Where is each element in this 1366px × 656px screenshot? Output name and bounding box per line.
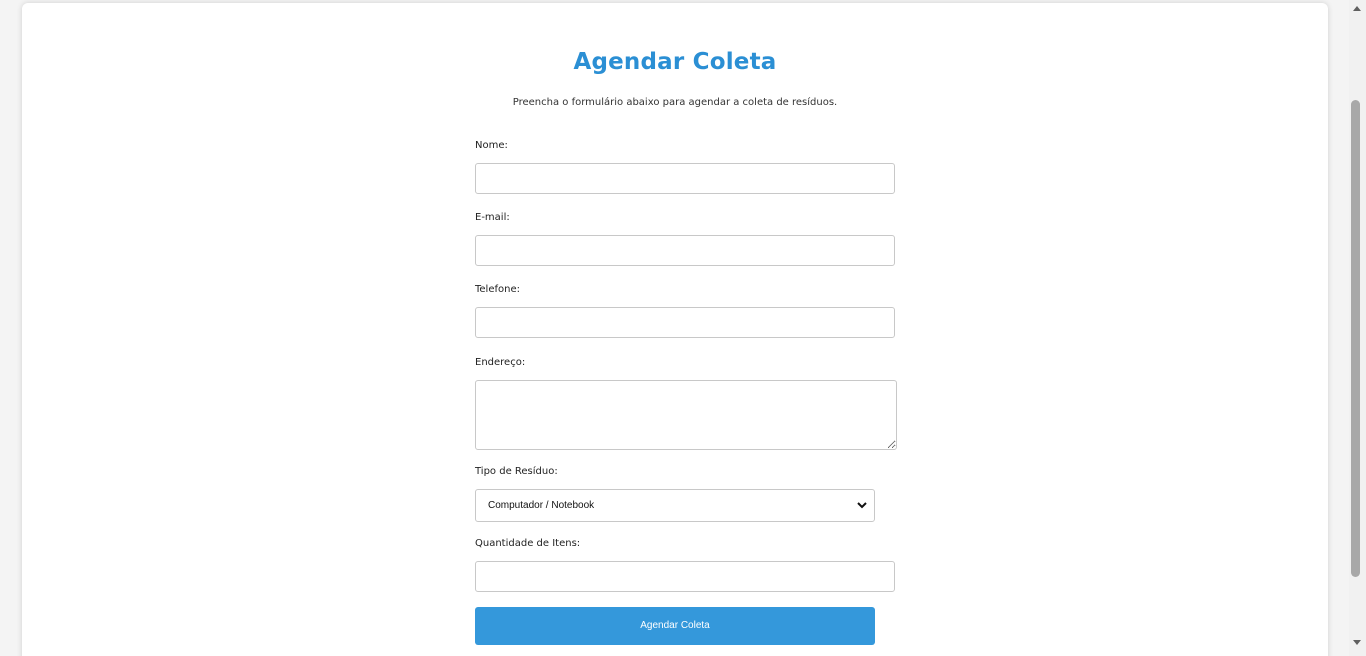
tipo-residuo-select[interactable]: Computador / Notebook xyxy=(475,489,875,522)
page-subtitle: Preencha o formulário abaixo para agenda… xyxy=(512,97,838,108)
quantidade-input[interactable] xyxy=(475,561,895,592)
email-label: E-mail: xyxy=(475,212,510,223)
quantidade-label: Quantidade de Itens: xyxy=(475,538,581,549)
agendar-coleta-button[interactable]: Agendar Coleta xyxy=(475,607,875,645)
telefone-input[interactable] xyxy=(475,307,895,338)
scrollbar-thumb[interactable] xyxy=(1351,100,1360,577)
telefone-label: Telefone: xyxy=(475,284,520,295)
nome-label: Nome: xyxy=(475,140,508,151)
page-viewport: Agendar Coleta Preencha o formulário aba… xyxy=(0,0,1349,656)
scroll-down-arrow-icon[interactable] xyxy=(1353,640,1361,645)
scroll-up-arrow-icon[interactable] xyxy=(1353,6,1361,11)
form-card: Agendar Coleta Preencha o formulário aba… xyxy=(22,3,1328,656)
endereco-label: Endereço: xyxy=(475,357,526,368)
endereco-textarea[interactable] xyxy=(475,380,897,450)
page-title: Agendar Coleta xyxy=(573,49,777,75)
tipo-residuo-selected-value: Computador / Notebook xyxy=(488,500,595,511)
nome-input[interactable] xyxy=(475,163,895,194)
tipo-residuo-label: Tipo de Resíduo: xyxy=(475,466,558,477)
vertical-scrollbar[interactable] xyxy=(1349,0,1366,656)
email-input[interactable] xyxy=(475,235,895,266)
chevron-down-icon xyxy=(857,502,867,509)
